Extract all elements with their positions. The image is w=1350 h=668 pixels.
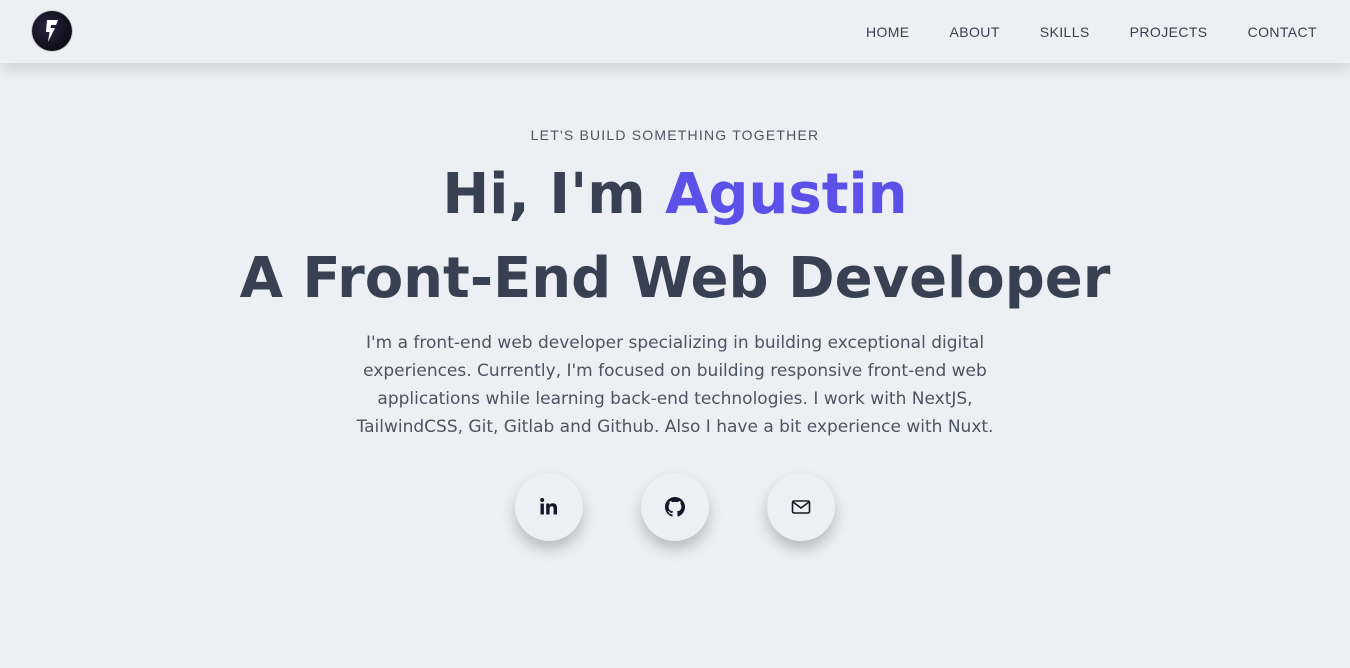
mail-button[interactable] <box>767 473 835 541</box>
hero-role: A Front-End Web Developer <box>239 246 1111 311</box>
nav-link-about[interactable]: ABOUT <box>950 24 1000 40</box>
hero-greeting: Hi, I'm <box>442 162 666 227</box>
social-links <box>0 473 1350 541</box>
hero-name: Agustin <box>665 162 908 227</box>
nav-menu: HOME ABOUT SKILLS PROJECTS CONTACT <box>826 0 1317 63</box>
hero-bio: I'm a front-end web developer specializi… <box>356 333 994 437</box>
github-button[interactable] <box>641 473 709 541</box>
nav-link-projects[interactable]: PROJECTS <box>1130 24 1208 40</box>
hero-tagline: LET'S BUILD SOMETHING TOGETHER <box>530 127 820 143</box>
hero-headline: Hi, I'm Agustin <box>0 159 1350 231</box>
mail-icon <box>791 500 811 514</box>
linkedin-button[interactable] <box>515 473 583 541</box>
nav-link-skills[interactable]: SKILLS <box>1040 24 1090 40</box>
nav-link-contact[interactable]: CONTACT <box>1248 24 1317 40</box>
lightning-f-logo-icon <box>46 20 58 42</box>
github-icon <box>665 497 685 517</box>
site-logo[interactable] <box>32 11 72 51</box>
nav-link-home[interactable]: HOME <box>866 24 910 40</box>
linkedin-icon <box>540 498 557 515</box>
navbar: HOME ABOUT SKILLS PROJECTS CONTACT <box>0 0 1350 63</box>
